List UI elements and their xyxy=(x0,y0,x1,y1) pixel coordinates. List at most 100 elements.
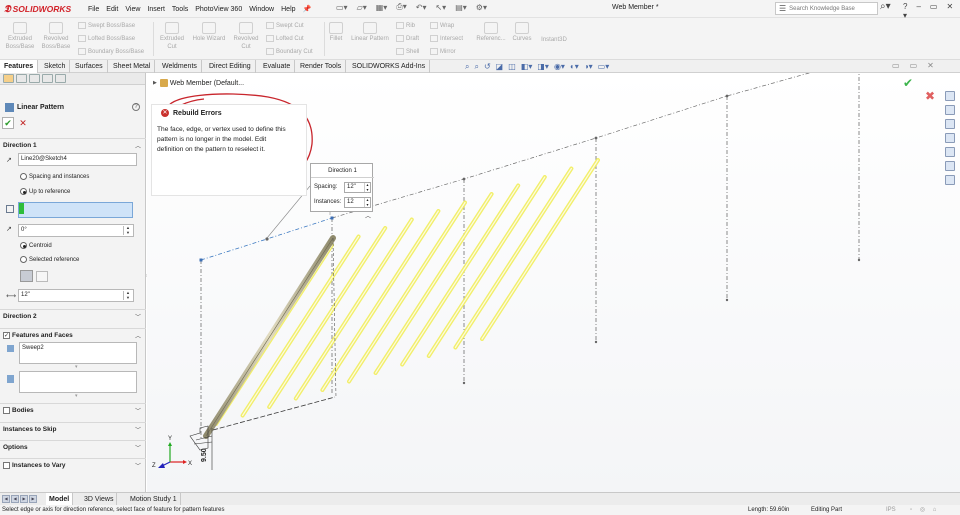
file-explorer-icon[interactable] xyxy=(945,119,955,129)
hide-show-icon[interactable]: ◉▾ xyxy=(554,62,565,72)
menu-file[interactable]: File xyxy=(88,6,99,13)
undo-icon[interactable]: ↶▾ xyxy=(416,3,427,12)
direction1-edge-field[interactable]: Line20@Sketch4 xyxy=(18,153,137,166)
new-doc-icon[interactable]: ▭▾ xyxy=(336,3,348,12)
callout-instances-input[interactable]: 12 ▲ ▼ xyxy=(344,197,371,208)
direction-arrow-icon[interactable]: ↗ xyxy=(6,156,15,165)
swept-boss-button[interactable]: Swept Boss/Base xyxy=(78,22,135,29)
menu-view[interactable]: View xyxy=(125,6,140,13)
spacing-field[interactable]: 12" ▲ ▼ xyxy=(18,289,134,302)
next-tab-icon[interactable]: ▶ xyxy=(20,495,28,503)
menu-photoview[interactable]: PhotoView 360 xyxy=(195,6,242,13)
resize-handle-icon[interactable]: ▾ xyxy=(75,393,81,399)
tab-render-tools[interactable]: Render Tools xyxy=(296,60,347,73)
tab-features[interactable]: Features xyxy=(0,60,39,73)
dimxpert-tab-icon[interactable] xyxy=(42,74,53,83)
intersect-button[interactable]: Intersect xyxy=(430,35,463,42)
search-box[interactable]: ☰ Search Knowledge Base xyxy=(775,2,878,15)
swept-cut-button[interactable]: Swept Cut xyxy=(266,22,304,29)
tab-direct-editing[interactable]: Direct Editing xyxy=(205,60,256,73)
resize-handle-icon[interactable]: ▾ xyxy=(75,364,81,370)
resources-icon[interactable] xyxy=(945,91,955,101)
fillet-button[interactable]: Fillet xyxy=(327,22,345,43)
previous-view-icon[interactable]: ↺ xyxy=(484,62,491,72)
doc-minimize-icon[interactable]: ▭ xyxy=(892,61,900,70)
shell-button[interactable]: Shell xyxy=(396,48,419,55)
prev-tab-icon[interactable]: ◀ xyxy=(11,495,19,503)
radio-selected-reference[interactable]: Selected reference xyxy=(20,256,79,263)
radio-spacing-instances[interactable]: Spacing and instances xyxy=(20,173,89,180)
save-icon[interactable]: ▦▾ xyxy=(376,3,388,12)
draft-button[interactable]: Draft xyxy=(396,35,419,42)
status-icons[interactable]: ▫ ◎ ⌂ xyxy=(910,505,939,515)
doc-restore-icon[interactable]: ▭ xyxy=(910,61,918,70)
curves-button[interactable]: Curves xyxy=(510,22,534,43)
menu-tools[interactable]: Tools xyxy=(172,6,188,13)
confirm-check-icon[interactable]: ✔ xyxy=(903,76,913,90)
bodies-header[interactable]: Bodies ﹀ xyxy=(0,403,146,416)
scenes-icon[interactable]: ◑▾ xyxy=(584,62,593,72)
direction1-header[interactable]: Direction 1 ︿ xyxy=(0,138,146,151)
property-manager-tab-icon[interactable] xyxy=(16,74,27,83)
dynamic-annotation-icon[interactable]: ◫ xyxy=(508,62,516,72)
features-list-item[interactable]: Sweep2 xyxy=(22,345,44,351)
solidworks-logo[interactable]: 𝕯 SOLIDWORKS xyxy=(4,2,71,16)
first-tab-icon[interactable]: ◀ xyxy=(2,495,10,503)
hole-wizard-button[interactable]: Hole Wizard xyxy=(190,22,228,43)
mirror-button[interactable]: Mirror xyxy=(430,48,456,55)
revolved-cut-button[interactable]: Revolved Cut xyxy=(230,22,262,51)
features-faces-header[interactable]: ✓ Features and Faces ︿ xyxy=(0,328,146,341)
instances-to-vary-checkbox[interactable] xyxy=(3,461,10,469)
extruded-boss-button[interactable]: Extruded Boss/Base xyxy=(4,22,36,51)
display-style-icon[interactable]: ◨▾ xyxy=(537,62,549,72)
open-icon[interactable]: ▱▾ xyxy=(357,3,367,12)
boundary-boss-button[interactable]: Boundary Boss/Base xyxy=(78,48,144,55)
section-view-icon[interactable]: ◪ xyxy=(496,62,504,72)
view-palette-icon[interactable] xyxy=(945,133,955,143)
options-icon[interactable]: ⚙▾ xyxy=(476,3,487,12)
last-tab-icon[interactable]: ▶ xyxy=(29,495,37,503)
spinner-icon[interactable]: ▲ ▼ xyxy=(123,290,132,300)
features-faces-checkbox[interactable]: ✓ xyxy=(3,331,10,339)
ok-button[interactable]: ✔ xyxy=(2,117,14,129)
rib-button[interactable]: Rib xyxy=(396,22,415,29)
menu-edit[interactable]: Edit xyxy=(106,6,118,13)
doc-close-icon[interactable]: ✕ xyxy=(927,61,934,70)
offset-angle-field[interactable]: 0° ▲ ▼ xyxy=(18,224,134,237)
menu-insert[interactable]: Insert xyxy=(147,6,165,13)
callout-collapse-icon[interactable]: ︿ xyxy=(365,211,371,220)
view-orientation-icon[interactable]: ◧▾ xyxy=(521,62,533,72)
instances-to-skip-header[interactable]: Instances to Skip ﹀ xyxy=(0,422,146,435)
bodies-checkbox[interactable] xyxy=(3,406,10,414)
instances-to-vary-header[interactable]: Instances to Vary ﹀ xyxy=(0,458,146,471)
select-icon[interactable]: ↖▾ xyxy=(435,3,446,12)
spinner-icon[interactable]: ▲ ▼ xyxy=(364,198,370,207)
menu-window[interactable]: Window xyxy=(249,6,274,13)
confirm-cancel-icon[interactable]: ✖ xyxy=(925,89,935,103)
view-settings-icon[interactable]: ▭▾ xyxy=(598,62,610,72)
pattern-reference-icon[interactable] xyxy=(36,271,48,282)
spinner-icon[interactable]: ▲ ▼ xyxy=(123,225,132,235)
spinner-icon[interactable]: ▲ ▼ xyxy=(364,183,370,192)
options-header[interactable]: Options ﹀ xyxy=(0,440,146,453)
features-list[interactable]: Sweep2 xyxy=(19,342,137,364)
tab-sketch[interactable]: Sketch xyxy=(40,60,71,73)
instant3d-button[interactable]: Instant3D xyxy=(537,36,571,44)
print-icon[interactable]: ⎙▾ xyxy=(396,2,406,12)
tab-addins[interactable]: SOLIDWORKS Add-Ins xyxy=(348,60,431,73)
solidworks-forum-icon[interactable] xyxy=(945,175,955,185)
feature-manager-tab-icon[interactable] xyxy=(3,74,14,83)
tab-weldments[interactable]: Weldments xyxy=(158,60,202,73)
wrap-button[interactable]: Wrap xyxy=(430,22,454,29)
graphics-area[interactable]: 9.50 X Y Z ▶ Web Member (Default... ✕ Re… xyxy=(147,73,960,492)
edit-appearance-icon[interactable]: ◐▾ xyxy=(570,62,579,72)
faces-list[interactable] xyxy=(19,371,137,393)
callout-spacing-input[interactable]: 12" ▲ ▼ xyxy=(344,182,371,193)
menu-help[interactable]: Help xyxy=(281,6,295,13)
reference-geometry-button[interactable]: Referenc... xyxy=(475,22,507,43)
zoom-area-icon[interactable]: ⌕ xyxy=(474,62,478,72)
direction2-header[interactable]: Direction 2 ﹀ xyxy=(0,309,146,322)
design-library-icon[interactable] xyxy=(945,105,955,115)
configuration-manager-tab-icon[interactable] xyxy=(29,74,40,83)
display-manager-tab-icon[interactable] xyxy=(55,74,66,83)
